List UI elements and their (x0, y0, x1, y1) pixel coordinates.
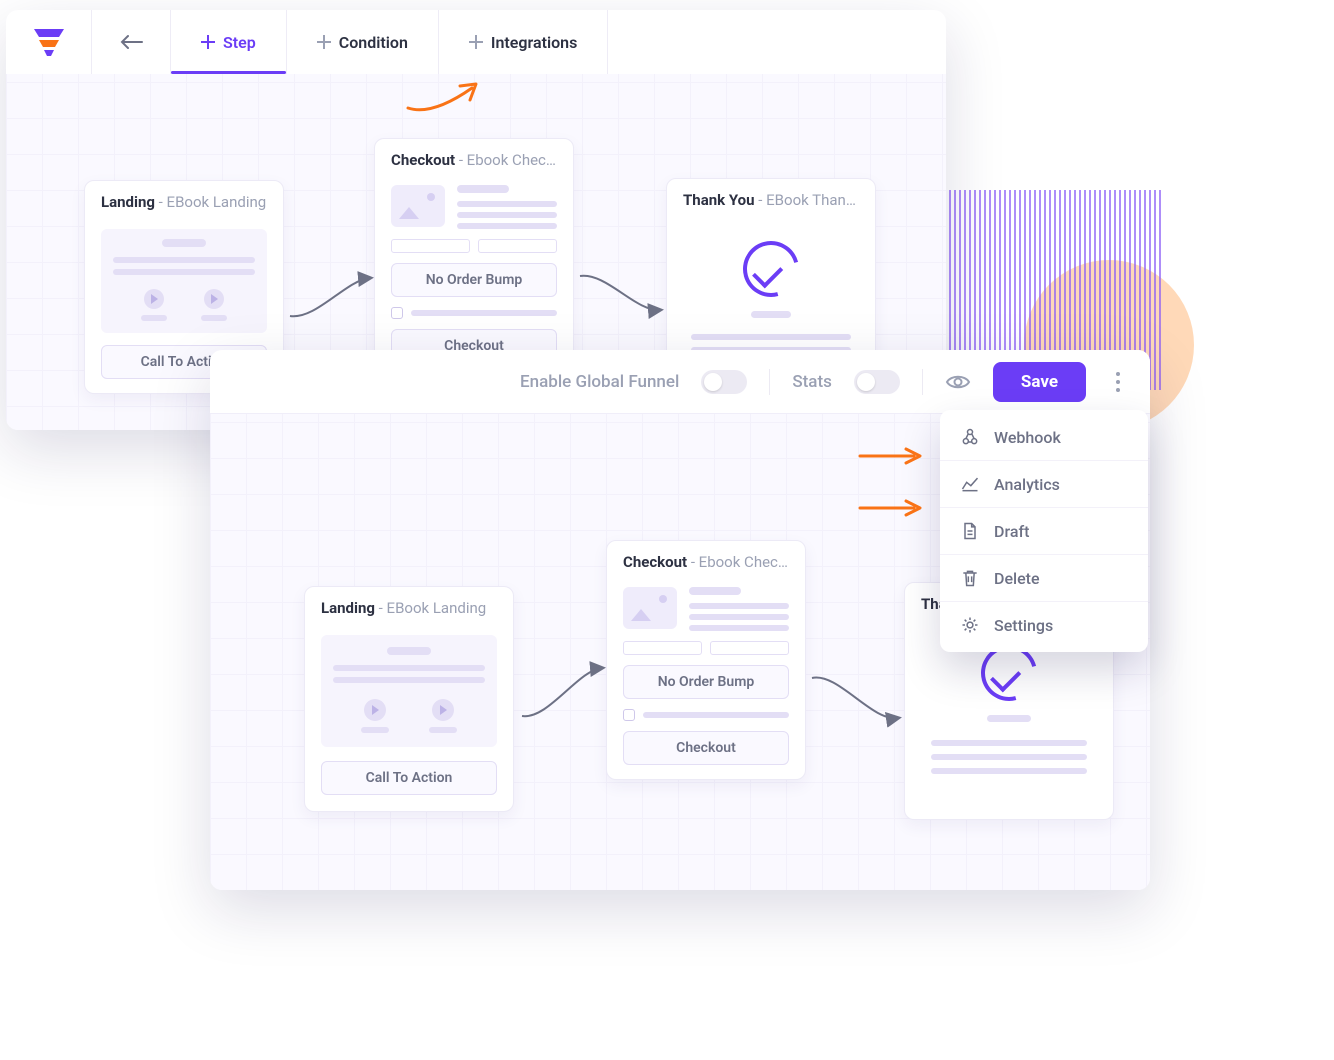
order-bump-button[interactable]: No Order Bump (391, 263, 557, 297)
preview-button[interactable] (945, 372, 971, 392)
menu-item-label: Webhook (994, 428, 1061, 447)
draft-icon (960, 521, 980, 541)
builder-toolbar: Step Condition Integrations (6, 10, 946, 74)
more-menu-button[interactable] (1108, 372, 1128, 392)
more-menu-dropdown: Webhook Analytics Draft Delete Settings (940, 410, 1148, 652)
annotation-arrow (858, 498, 928, 518)
step-card-checkout[interactable]: Checkout - Ebook Checkout No Order Bump (374, 138, 574, 378)
stats-toggle[interactable] (854, 370, 900, 394)
order-bump-button[interactable]: No Order Bump (623, 665, 789, 699)
menu-item-analytics[interactable]: Analytics (940, 461, 1148, 508)
menu-item-label: Delete (994, 569, 1040, 588)
builder-panel-2: Enable Global Funnel Stats Save Webhook … (210, 350, 1150, 890)
menu-item-settings[interactable]: Settings (940, 602, 1148, 648)
step-card-landing[interactable]: Landing - EBook Landing Call To Action (304, 586, 514, 812)
divider (769, 369, 770, 395)
tab-integrations[interactable]: Integrations (439, 10, 608, 74)
connector-arrow (518, 660, 608, 730)
card-header: Landing - EBook Landing (305, 587, 513, 625)
tab-step[interactable]: Step (171, 10, 287, 74)
annotation-arrow (858, 446, 928, 466)
settings-icon (960, 615, 980, 635)
stats-label: Stats (792, 372, 832, 392)
plus-icon (317, 35, 331, 49)
card-header: Checkout - Ebook Checkout (607, 541, 805, 579)
menu-item-draft[interactable]: Draft (940, 508, 1148, 555)
delete-icon (960, 568, 980, 588)
card-header: Checkout - Ebook Checkout (375, 139, 573, 177)
tab-condition[interactable]: Condition (287, 10, 439, 74)
card-header: Thank You - EBook Thank Y… (667, 179, 875, 217)
analytics-icon (960, 474, 980, 494)
image-placeholder-icon (391, 185, 445, 227)
annotation-arrow (402, 78, 492, 118)
connector-arrow (576, 262, 666, 322)
connector-arrow (808, 664, 904, 734)
card-header: Landing - EBook Landing (85, 181, 283, 219)
connector-arrow (286, 270, 376, 330)
image-placeholder-icon (623, 587, 677, 629)
enable-funnel-toggle[interactable] (701, 370, 747, 394)
menu-item-webhook[interactable]: Webhook (940, 414, 1148, 461)
save-button[interactable]: Save (993, 362, 1086, 402)
tab-label: Integrations (491, 33, 577, 52)
menu-item-label: Analytics (994, 475, 1060, 494)
plus-icon (469, 35, 483, 49)
app-logo (6, 10, 92, 74)
builder-headbar: Enable Global Funnel Stats Save (210, 350, 1150, 414)
plus-icon (201, 35, 215, 49)
menu-item-label: Draft (994, 522, 1029, 541)
tab-label: Step (223, 33, 256, 52)
checkout-button[interactable]: Checkout (623, 731, 789, 765)
cta-button[interactable]: Call To Action (321, 761, 497, 795)
back-button[interactable] (92, 10, 171, 74)
menu-item-label: Settings (994, 616, 1053, 635)
tab-label: Condition (339, 33, 408, 52)
divider (922, 369, 923, 395)
webhook-icon (960, 427, 980, 447)
check-circle-icon (733, 231, 809, 307)
menu-item-delete[interactable]: Delete (940, 555, 1148, 602)
step-card-checkout[interactable]: Checkout - Ebook Checkout No Order Bump … (606, 540, 806, 780)
enable-funnel-label: Enable Global Funnel (520, 372, 679, 392)
